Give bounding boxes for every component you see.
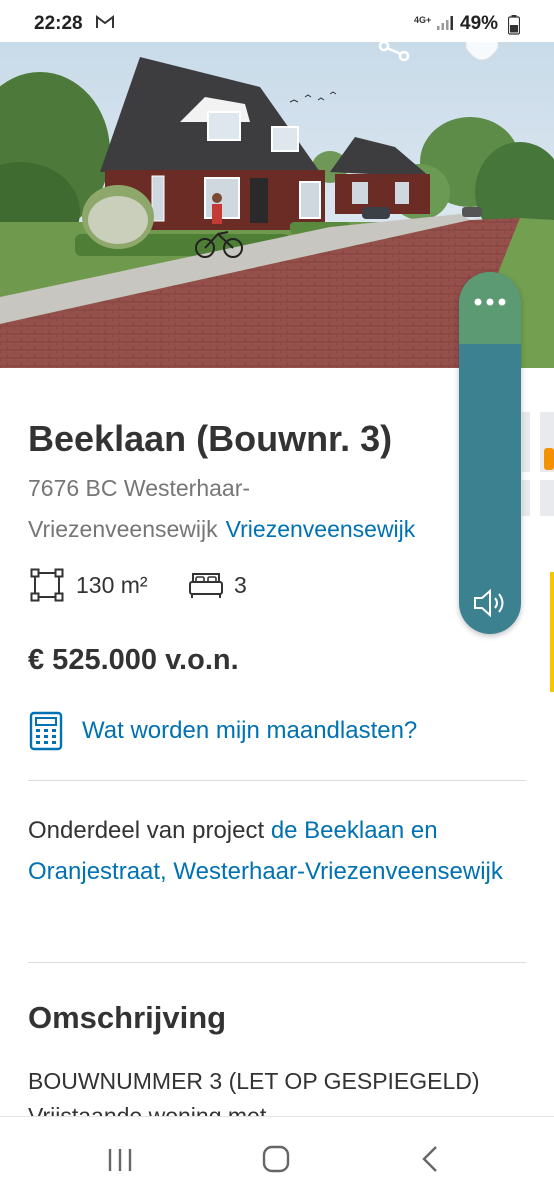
address-city: Vriezenveensewijk — [28, 516, 218, 542]
address-line-1: 7676 BC Westerhaar- — [28, 475, 251, 501]
divider — [28, 962, 526, 963]
bed-icon — [189, 573, 223, 598]
address-line-2: Vriezenveensewijk Vriezenveensewijk — [28, 516, 415, 543]
price: € 525.000 v.o.n. — [28, 644, 239, 676]
battery-level: 49% — [460, 13, 499, 34]
gmail-icon — [96, 15, 114, 28]
home-icon[interactable] — [256, 1143, 296, 1175]
rooms-value: 3 — [234, 571, 247, 598]
mortgage-link-label: Wat worden mijn maandlasten? — [82, 717, 418, 744]
mortgage-calculator-link[interactable]: Wat worden mijn maandlasten? — [28, 710, 417, 752]
rooms-feature: 3 — [188, 567, 247, 603]
map-pin-icon — [544, 448, 554, 470]
accessibility-toolbar[interactable] — [459, 272, 521, 634]
more-dots-icon[interactable] — [471, 296, 509, 308]
area-icon — [30, 568, 64, 602]
signal-icon — [437, 16, 453, 30]
address-map-link[interactable]: Vriezenveensewijk — [226, 516, 416, 542]
listing-title: Beeklaan (Bouwnr. 3) — [28, 418, 393, 459]
calculator-icon — [29, 711, 63, 751]
status-time: 22:28 — [34, 13, 83, 34]
speaker-icon[interactable] — [472, 588, 508, 618]
share-icon[interactable] — [376, 42, 416, 64]
battery-icon — [508, 15, 520, 35]
accessibility-toolbar-header — [459, 272, 521, 344]
project-prefix: Onderdeel van project — [28, 817, 271, 844]
project-info: Onderdeel van project de Beeklaan en Ora… — [28, 810, 528, 892]
contact-button-edge[interactable] — [550, 572, 554, 692]
network-type: 4G+ — [414, 15, 432, 25]
recent-apps-icon[interactable] — [100, 1143, 140, 1175]
status-bar: 22:28 4G+ 49% — [0, 0, 554, 42]
description-heading: Omschrijving — [28, 1000, 227, 1035]
heart-icon[interactable] — [462, 42, 502, 62]
divider — [28, 780, 526, 781]
back-icon[interactable] — [412, 1143, 452, 1175]
living-area-feature: 130 m² — [30, 567, 148, 603]
system-navigation-bar — [0, 1116, 554, 1201]
living-area-value: 130 m² — [76, 571, 148, 598]
